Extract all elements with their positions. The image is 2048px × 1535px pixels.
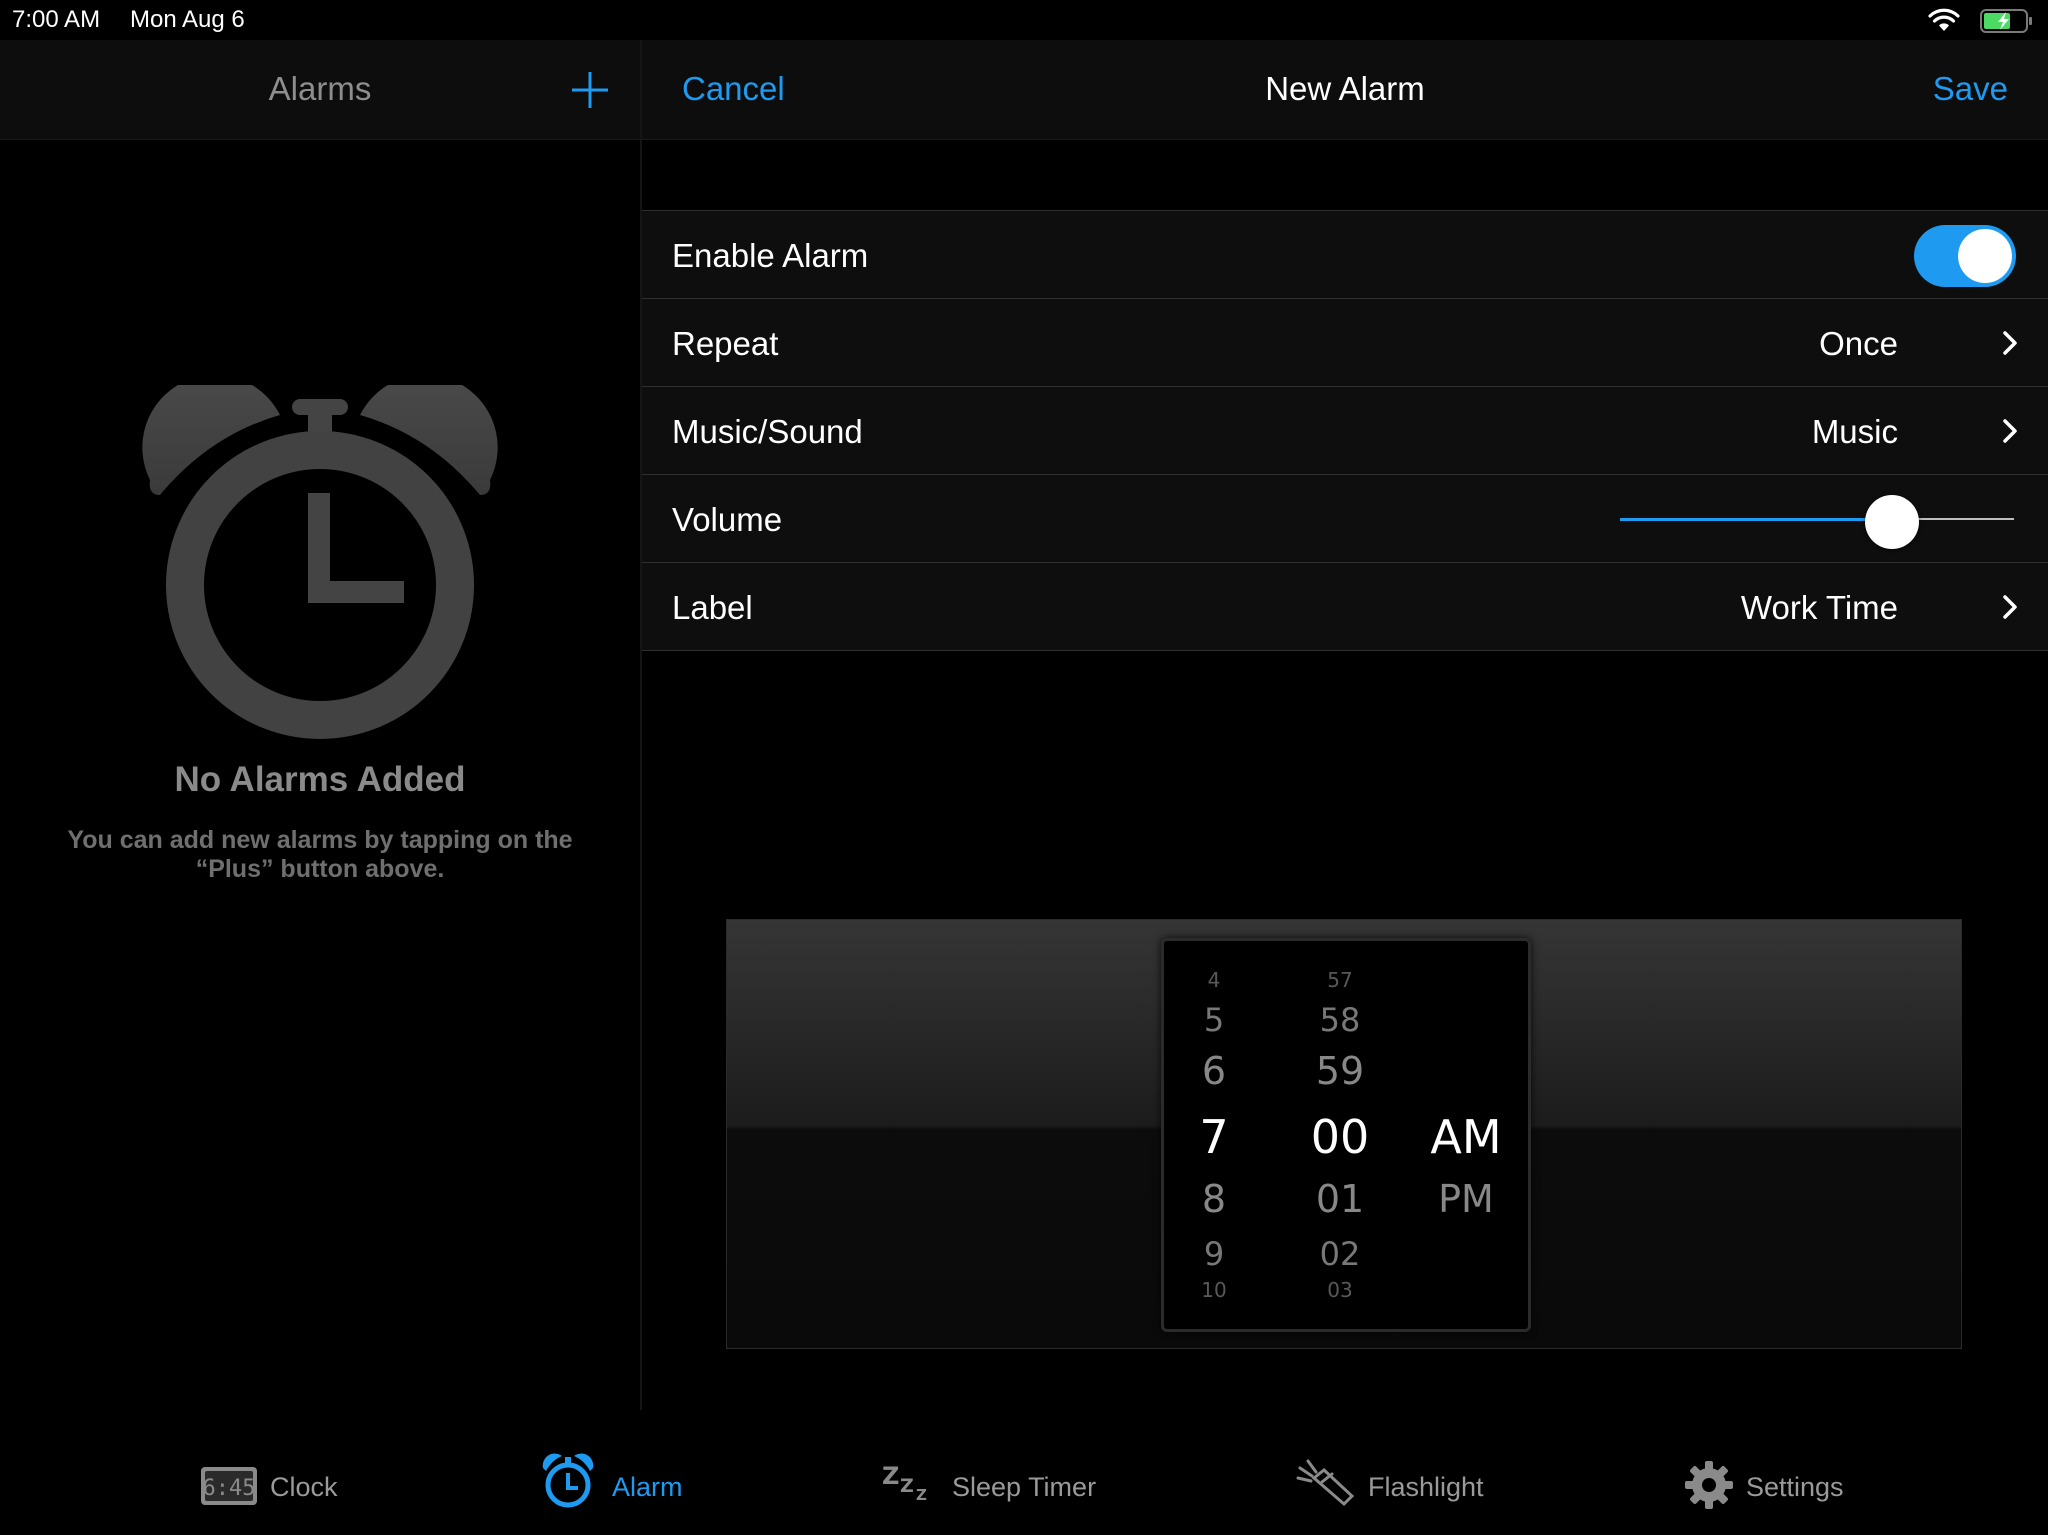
status-time: 7:00 AM [12, 6, 101, 33]
repeat-value: Once [1819, 325, 1898, 362]
alarms-navbar: Alarms [0, 40, 640, 140]
status-bar: 7:00 AM Mon Aug 6 [0, 0, 2048, 40]
status-date: Mon Aug 6 [130, 6, 245, 33]
empty-state-title: No Alarms Added [174, 760, 466, 799]
time-picker: 4 5 6 7 8 9 10 57 58 59 00 01 02 03 AM PM [726, 919, 1962, 1349]
battery-icon [1980, 9, 2032, 33]
tab-flashlight[interactable]: Flashlight [1296, 1440, 1496, 1535]
new-alarm-navbar: Cancel New Alarm Save [642, 40, 2048, 140]
volume-slider-thumb[interactable] [1865, 495, 1919, 549]
hour-option[interactable]: 5 [1164, 1001, 1264, 1039]
svg-text:Z: Z [900, 1475, 914, 1497]
chevron-right-icon [2003, 419, 2017, 443]
music-sound-value: Music [1811, 413, 1898, 450]
volume-label: Volume [672, 501, 783, 538]
svg-text:Z: Z [882, 1464, 899, 1490]
minute-option[interactable]: 00 [1290, 1110, 1390, 1164]
tab-bar: 6:45 Clock Alarm Z Z Z Sleep Timer Flash… [0, 1440, 2048, 1535]
music-sound-row[interactable]: Music/Sound Music [642, 387, 2048, 475]
minute-option[interactable]: 57 [1290, 968, 1390, 992]
label-label: Label [672, 589, 753, 626]
minute-option[interactable]: 58 [1290, 1001, 1390, 1039]
svg-text:Z: Z [916, 1486, 927, 1504]
hour-option[interactable]: 8 [1164, 1177, 1264, 1221]
enable-alarm-row: Enable Alarm [642, 211, 2048, 299]
volume-slider[interactable] [1620, 495, 2014, 549]
label-value: Work Time [1740, 589, 1898, 626]
volume-track-filled [1620, 518, 1892, 521]
period-option[interactable]: AM [1416, 1110, 1516, 1164]
tab-clock[interactable]: 6:45 Clock [198, 1440, 348, 1535]
empty-state-description: You can add new alarms by tapping on the… [67, 826, 573, 883]
tab-label: Alarm [612, 1472, 683, 1502]
tab-label: Flashlight [1368, 1472, 1484, 1502]
wifi-icon [1928, 8, 1960, 31]
enable-alarm-toggle[interactable] [1914, 225, 2016, 287]
tab-alarm[interactable]: Alarm [540, 1440, 690, 1535]
period-option[interactable]: PM [1416, 1177, 1516, 1221]
music-sound-label: Music/Sound [672, 413, 863, 450]
clock-display-icon: 6:45 [201, 1467, 257, 1505]
zzz-icon: Z Z Z [882, 1464, 927, 1504]
chevron-right-icon [2003, 331, 2017, 355]
minute-option[interactable]: 01 [1290, 1177, 1390, 1221]
add-alarm-button[interactable] [566, 66, 614, 114]
toggle-knob [1958, 229, 2012, 283]
flashlight-icon [1296, 1459, 1355, 1507]
tab-sleep-timer[interactable]: Z Z Z Sleep Timer [882, 1440, 1102, 1535]
alarms-title: Alarms [268, 70, 372, 107]
hour-option[interactable]: 7 [1164, 1110, 1264, 1164]
minute-option[interactable]: 03 [1290, 1278, 1390, 1302]
clock-icon-digits: 6:45 [203, 1476, 256, 1501]
alarm-clock-icon [542, 1453, 594, 1508]
repeat-label: Repeat [672, 325, 779, 362]
gear-icon [1685, 1461, 1733, 1509]
page-title: New Alarm [1265, 70, 1425, 107]
time-picker-wheel: 4 5 6 7 8 9 10 57 58 59 00 01 02 03 AM PM [1161, 938, 1531, 1332]
alarm-clock-icon [142, 385, 498, 739]
hour-option[interactable]: 4 [1164, 968, 1264, 992]
chevron-right-icon [2003, 595, 2017, 619]
alarm-settings-table: Enable Alarm Repeat Once Music/Sound Mus… [642, 210, 2048, 651]
tab-label: Clock [270, 1472, 338, 1502]
tab-settings[interactable]: Settings [1684, 1440, 1864, 1535]
hour-option[interactable]: 6 [1164, 1049, 1264, 1093]
hour-column[interactable]: 4 5 6 7 8 9 10 [1164, 941, 1264, 1329]
label-row[interactable]: Label Work Time [642, 563, 2048, 651]
minute-option[interactable]: 02 [1290, 1235, 1390, 1273]
minute-option[interactable]: 59 [1290, 1049, 1390, 1093]
enable-alarm-label: Enable Alarm [672, 237, 869, 274]
period-column[interactable]: AM PM [1416, 941, 1516, 1329]
repeat-row[interactable]: Repeat Once [642, 299, 2048, 387]
hour-option[interactable]: 10 [1164, 1278, 1264, 1302]
tab-label: Settings [1746, 1472, 1844, 1502]
hour-option[interactable]: 9 [1164, 1235, 1264, 1273]
minute-column[interactable]: 57 58 59 00 01 02 03 [1290, 941, 1390, 1329]
save-button[interactable]: Save [1933, 70, 2008, 108]
tab-label: Sleep Timer [952, 1472, 1097, 1502]
volume-row: Volume [642, 475, 2048, 563]
